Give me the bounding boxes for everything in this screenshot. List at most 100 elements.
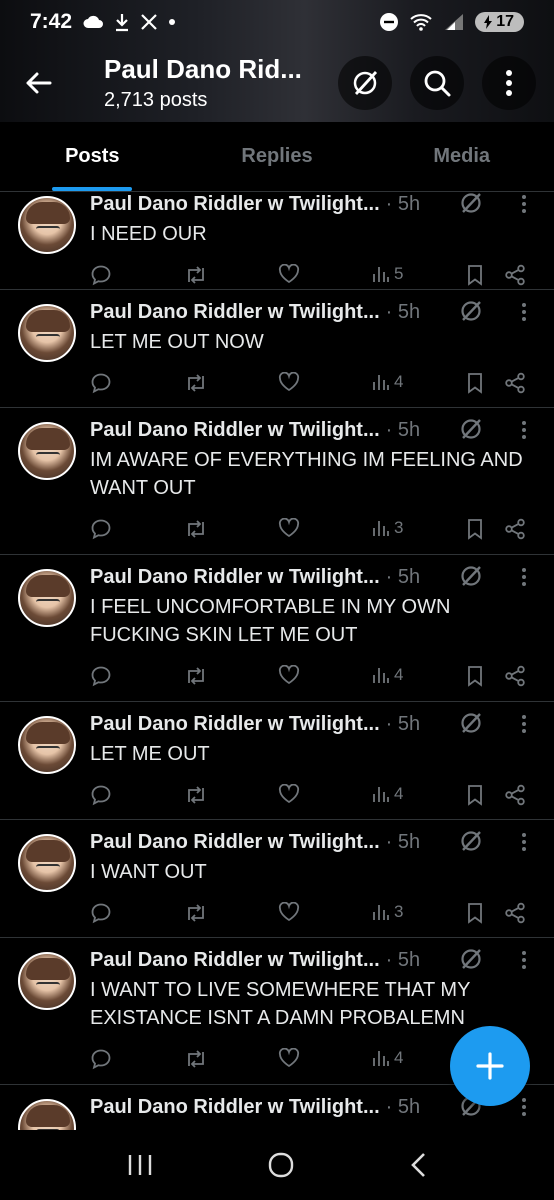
- post-actions: 3: [90, 902, 530, 930]
- grok-button[interactable]: [338, 56, 392, 110]
- post-author[interactable]: Paul Dano Riddler w Twilight...: [90, 831, 380, 854]
- post-time: · 5h: [385, 948, 421, 971]
- share-button[interactable]: [504, 784, 526, 806]
- heart-icon: [278, 665, 300, 685]
- like-button[interactable]: [278, 665, 300, 685]
- post-actions: 4: [90, 784, 530, 812]
- post-author[interactable]: Paul Dano Riddler w Twilight...: [90, 1096, 380, 1119]
- share-button[interactable]: [504, 665, 526, 687]
- reply-button[interactable]: [90, 372, 112, 394]
- recent-apps-button[interactable]: [127, 1153, 153, 1177]
- post-text: I WANT OUT: [90, 861, 207, 883]
- repost-button[interactable]: [184, 372, 208, 394]
- avatar[interactable]: [18, 952, 76, 1010]
- views-button[interactable]: 4: [372, 372, 403, 392]
- post[interactable]: Paul Dano Riddler w Twilight... · 5h LET M…: [0, 702, 554, 820]
- avatar[interactable]: [18, 716, 76, 774]
- more-vertical-icon[interactable]: [512, 298, 536, 326]
- post-author[interactable]: Paul Dano Riddler w Twilight...: [90, 566, 380, 589]
- post-author[interactable]: Paul Dano Riddler w Twilight...: [90, 713, 380, 736]
- repost-button[interactable]: [184, 264, 208, 286]
- grok-icon[interactable]: [458, 710, 484, 736]
- tab-posts[interactable]: Posts: [0, 122, 185, 191]
- post-author[interactable]: Paul Dano Riddler w Twilight...: [90, 301, 380, 324]
- back-nav-button[interactable]: [409, 1152, 427, 1178]
- post[interactable]: Paul Dano Riddler w Twilight... · 5h LET M…: [0, 290, 554, 408]
- post-author[interactable]: Paul Dano Riddler w Twilight...: [90, 419, 380, 442]
- reply-button[interactable]: [90, 784, 112, 806]
- bookmark-button[interactable]: [466, 902, 484, 924]
- share-button[interactable]: [504, 264, 526, 286]
- reply-button[interactable]: [90, 264, 112, 286]
- more-vertical-icon[interactable]: [512, 416, 536, 444]
- reply-button[interactable]: [90, 902, 112, 924]
- home-button[interactable]: [267, 1151, 295, 1179]
- views-button[interactable]: 3: [372, 902, 403, 922]
- views-button[interactable]: 3: [372, 518, 403, 538]
- reply-button[interactable]: [90, 665, 112, 687]
- grok-icon[interactable]: [458, 298, 484, 324]
- avatar[interactable]: [18, 422, 76, 480]
- like-button[interactable]: [278, 518, 300, 538]
- grok-icon[interactable]: [458, 416, 484, 442]
- tab-replies[interactable]: Replies: [185, 122, 370, 191]
- bookmark-button[interactable]: [466, 665, 484, 687]
- reply-button[interactable]: [90, 1048, 112, 1070]
- post-text: LET ME OUT: [90, 743, 210, 765]
- repost-button[interactable]: [184, 1048, 208, 1070]
- post-author[interactable]: Paul Dano Riddler w Twilight...: [90, 193, 380, 216]
- more-vertical-icon[interactable]: [512, 946, 536, 974]
- views-button[interactable]: 4: [372, 1048, 403, 1068]
- views-button[interactable]: 4: [372, 665, 403, 685]
- repost-button[interactable]: [184, 902, 208, 924]
- more-vertical-icon[interactable]: [512, 563, 536, 591]
- share-icon: [504, 902, 526, 924]
- bookmark-button[interactable]: [466, 784, 484, 806]
- reply-button[interactable]: [90, 518, 112, 540]
- repost-icon: [184, 902, 208, 924]
- share-button[interactable]: [504, 372, 526, 394]
- post[interactable]: Paul Dano Riddler w Twilight... · 5h I FEE…: [0, 555, 554, 702]
- reply-icon: [90, 784, 112, 806]
- more-vertical-icon[interactable]: [512, 710, 536, 738]
- like-button[interactable]: [278, 784, 300, 804]
- avatar[interactable]: [18, 304, 76, 362]
- bookmark-button[interactable]: [466, 264, 484, 286]
- more-vertical-icon[interactable]: [512, 1093, 536, 1121]
- bookmark-button[interactable]: [466, 372, 484, 394]
- grok-icon[interactable]: [458, 946, 484, 972]
- avatar[interactable]: [18, 196, 76, 254]
- more-options-button[interactable]: [482, 56, 536, 110]
- bookmark-button[interactable]: [466, 518, 484, 540]
- avatar[interactable]: [18, 1099, 76, 1130]
- share-button[interactable]: [504, 902, 526, 924]
- views-button[interactable]: 4: [372, 784, 403, 804]
- repost-button[interactable]: [184, 784, 208, 806]
- like-button[interactable]: [278, 264, 300, 284]
- grok-icon: [350, 68, 380, 98]
- grok-icon[interactable]: [458, 828, 484, 854]
- grok-icon[interactable]: [458, 563, 484, 589]
- post-feed[interactable]: Paul Dano Riddler w Twilight... · 5h I NEE…: [0, 192, 554, 1130]
- more-vertical-icon[interactable]: [512, 192, 536, 218]
- like-button[interactable]: [278, 372, 300, 392]
- avatar[interactable]: [18, 569, 76, 627]
- compose-button[interactable]: [450, 1026, 530, 1106]
- heart-icon: [278, 784, 300, 804]
- more-vertical-icon[interactable]: [512, 828, 536, 856]
- post[interactable]: Paul Dano Riddler w Twilight... · 5h I NEE…: [0, 192, 554, 290]
- back-button[interactable]: [0, 45, 76, 121]
- repost-button[interactable]: [184, 518, 208, 540]
- post-author[interactable]: Paul Dano Riddler w Twilight...: [90, 949, 380, 972]
- grok-icon[interactable]: [458, 192, 484, 216]
- share-button[interactable]: [504, 518, 526, 540]
- repost-button[interactable]: [184, 665, 208, 687]
- post[interactable]: Paul Dano Riddler w Twilight... · 5h IM AW…: [0, 408, 554, 555]
- avatar[interactable]: [18, 834, 76, 892]
- like-button[interactable]: [278, 902, 300, 922]
- tab-media[interactable]: Media: [369, 122, 554, 191]
- search-button[interactable]: [410, 56, 464, 110]
- views-button[interactable]: 5: [372, 264, 403, 284]
- like-button[interactable]: [278, 1048, 300, 1068]
- post[interactable]: Paul Dano Riddler w Twilight... · 5h I WAN…: [0, 820, 554, 938]
